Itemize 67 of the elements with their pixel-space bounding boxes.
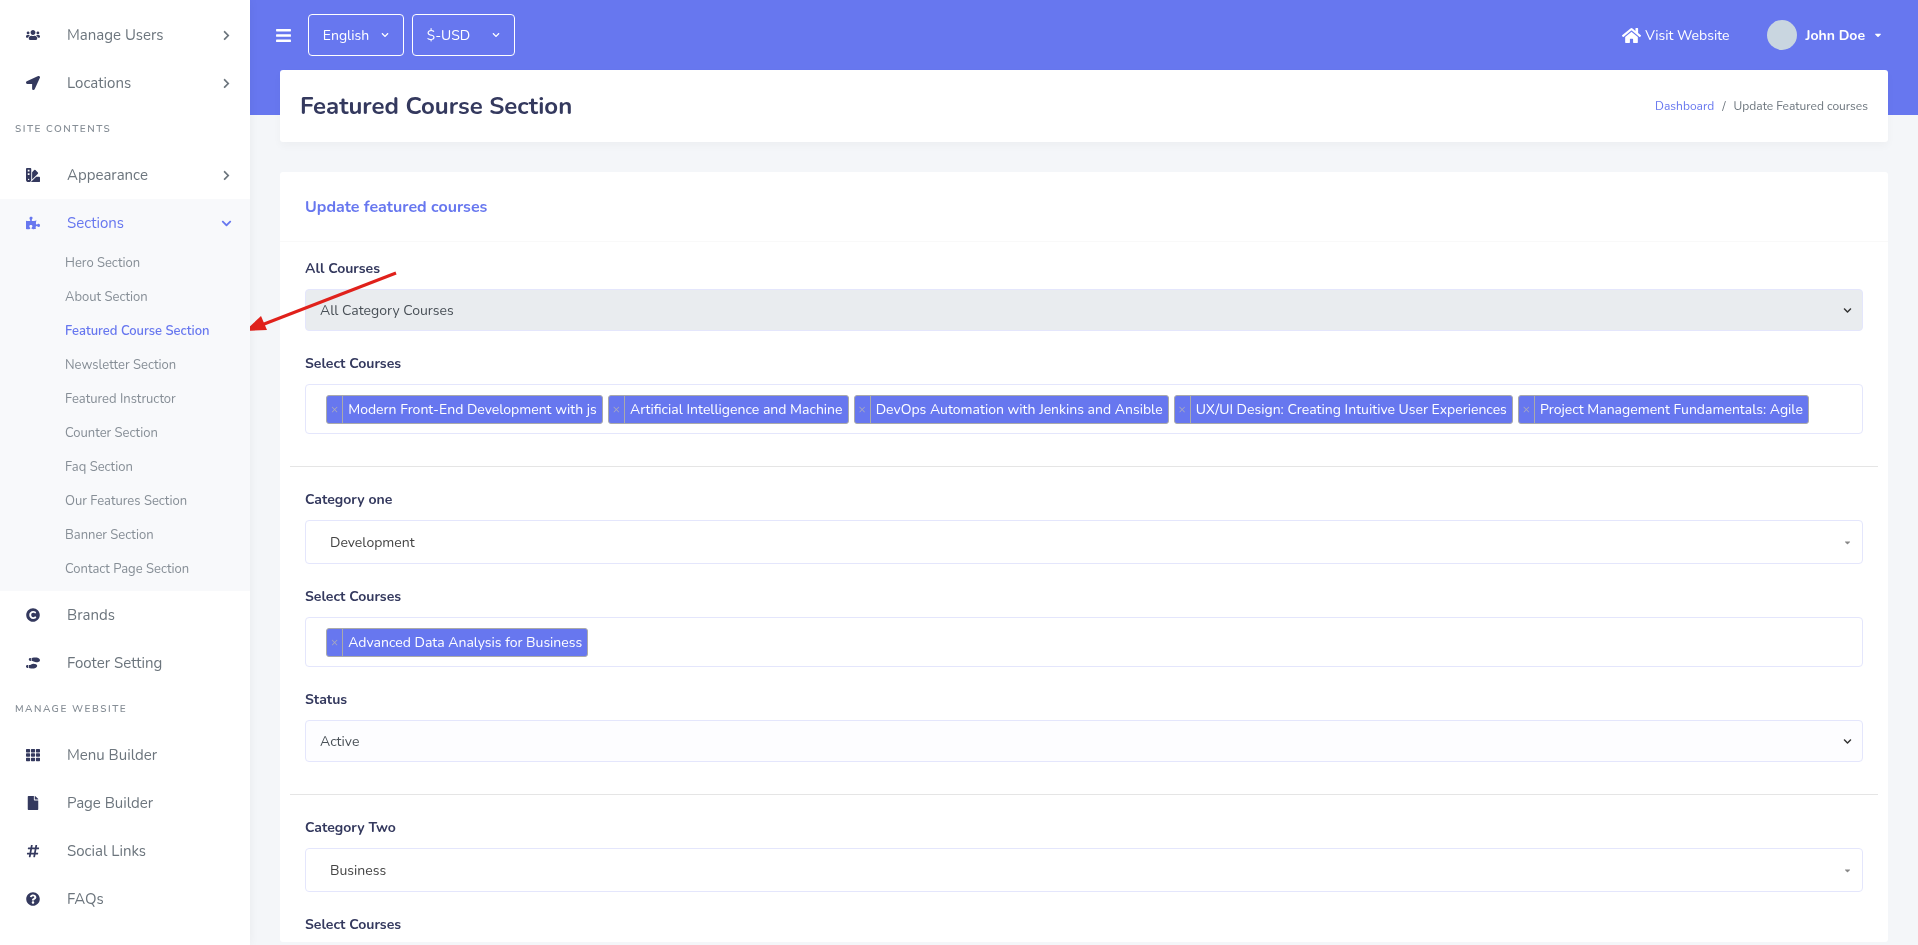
- file-icon: [26, 796, 40, 810]
- breadcrumb-separator: /: [1722, 97, 1726, 115]
- language-dropdown[interactable]: English: [308, 14, 404, 56]
- dropdown-field[interactable]: Development: [305, 520, 1863, 564]
- menu-icon[interactable]: [275, 26, 292, 44]
- field-label: Select Courses: [305, 914, 402, 935]
- chevron-down-icon: [1843, 305, 1852, 315]
- submenu-item[interactable]: Our Features Section: [0, 485, 250, 519]
- course-label: Artificial Intelligence and Machine: [628, 398, 844, 420]
- submenu-item[interactable]: About Section: [0, 281, 250, 315]
- sidebar-item[interactable]: FAQs: [0, 875, 250, 923]
- question-icon: [26, 892, 40, 906]
- tags-field[interactable]: × Advanced Data Analysis for Business: [305, 617, 1863, 667]
- dropdown-field[interactable]: Business: [305, 848, 1863, 892]
- submenu-item[interactable]: Hero Section: [0, 247, 250, 281]
- sidebar-item[interactable]: Menu Builder: [0, 731, 250, 779]
- users-icon: [26, 28, 40, 42]
- field-label: Category Two: [305, 817, 396, 838]
- chevron-right-icon: [221, 77, 232, 89]
- course-label: Modern Front-End Development with js: [347, 398, 598, 420]
- section-heading: SITE CONTENTS: [15, 121, 112, 137]
- course-label: DevOps Automation with Jenkins and Ansible: [874, 398, 1164, 420]
- currency-dropdown[interactable]: $-USD: [412, 14, 515, 56]
- field-label: All Courses: [305, 258, 380, 279]
- sidebar-item[interactable]: Page Builder: [0, 779, 250, 827]
- course-label: Project Management Fundamentals: Agile: [1539, 398, 1804, 420]
- breadcrumb-link[interactable]: Dashboard: [1655, 97, 1715, 115]
- sidebar-item[interactable]: Footer Setting: [0, 639, 250, 687]
- submenu-item[interactable]: Featured Instructor: [0, 383, 250, 417]
- grid-icon: [26, 748, 40, 762]
- copyright-icon: [26, 608, 40, 622]
- sidebar-item[interactable]: Locations: [0, 59, 250, 107]
- puzzle-icon: [26, 216, 40, 230]
- course-label: Advanced Data Analysis for Business: [347, 631, 584, 653]
- sidebar-item[interactable]: Sections: [0, 199, 250, 247]
- course-label: UX/UI Design: Creating Intuitive User Experiences: [1194, 398, 1508, 420]
- field-label: Select Courses: [305, 353, 402, 374]
- sidebar-item[interactable]: Brands: [0, 591, 250, 639]
- chevron-down-icon: [1843, 736, 1852, 746]
- submenu-item[interactable]: Newsletter Section: [0, 349, 250, 383]
- swatch-icon: [26, 168, 40, 182]
- user-menu[interactable]: John Doe: [1767, 20, 1883, 50]
- select-field[interactable]: Active: [305, 720, 1863, 762]
- chevron-down-icon: [492, 31, 501, 39]
- submenu-item[interactable]: Featured Course Section: [0, 315, 250, 349]
- home-icon: [1622, 26, 1642, 44]
- field-label: Select Courses: [305, 586, 402, 607]
- field-label: Status: [305, 689, 348, 710]
- chevron-down-icon: [381, 31, 390, 39]
- footprints-icon: [26, 656, 40, 670]
- hashtag-icon: [26, 844, 40, 858]
- submenu-item[interactable]: Contact Page Section: [0, 553, 250, 587]
- card-title: Update featured courses: [305, 194, 488, 219]
- visit-website-link[interactable]: Visit Website: [1622, 24, 1730, 46]
- section-heading: MANAGE WEBSITE: [15, 701, 128, 717]
- submenu-item[interactable]: Faq Section: [0, 451, 250, 485]
- chevron-right-icon: [221, 169, 232, 181]
- sidebar-item[interactable]: Social Links: [0, 827, 250, 875]
- page-title: Featured Course Section: [300, 89, 574, 124]
- sidebar-item[interactable]: Manage Users: [0, 11, 250, 59]
- chevron-right-icon: [221, 29, 232, 41]
- breadcrumb-current: Update Featured courses: [1733, 97, 1868, 115]
- field-label: Category one: [305, 489, 393, 510]
- sidebar-item[interactable]: Appearance: [0, 151, 250, 199]
- submenu-item[interactable]: Counter Section: [0, 417, 250, 451]
- submenu-item[interactable]: Banner Section: [0, 519, 250, 553]
- navigation-arrow-icon: [26, 76, 40, 90]
